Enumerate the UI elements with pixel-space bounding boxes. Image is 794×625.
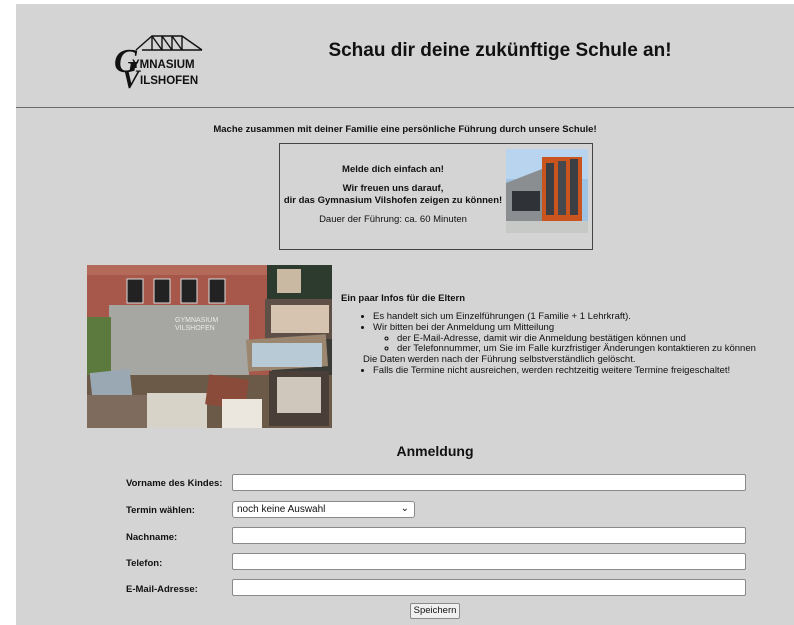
email-input[interactable] xyxy=(232,579,746,596)
header-divider xyxy=(16,107,794,108)
save-button[interactable]: Speichern xyxy=(410,603,460,619)
termin-label: Termin wählen: xyxy=(126,505,195,516)
telefon-label: Telefon: xyxy=(126,558,163,569)
form-title: Anmeldung xyxy=(396,443,474,459)
telefon-input[interactable] xyxy=(232,553,746,570)
box-line-1: Melde dich einfach an! xyxy=(342,164,444,175)
collage-text-1: GYMNASIUM xyxy=(175,317,218,324)
logo-line2: ILSHOFEN xyxy=(140,75,198,87)
email-label: E-Mail-Adresse: xyxy=(126,584,198,595)
parents-info-title: Ein paar Infos für die Eltern xyxy=(341,293,466,304)
signup-info-box: Melde dich einfach an! Wir freuen uns da… xyxy=(279,143,593,250)
parents-info-list: Es handelt sich um Einzelführungen (1 Fa… xyxy=(341,311,791,377)
school-logo: G YMNASIUM V ILSHOFEN xyxy=(114,35,203,92)
list-item: Falls die Termine nicht ausreichen, werd… xyxy=(373,365,791,377)
chevron-down-icon: ⌄ xyxy=(400,503,409,514)
vorname-label: Vorname des Kindes: xyxy=(126,478,223,489)
nachname-input[interactable] xyxy=(232,527,746,544)
logo-line1: YMNASIUM xyxy=(132,59,195,71)
school-building-photo xyxy=(506,149,588,233)
termin-selected-value: noch keine Auswahl xyxy=(237,504,326,515)
list-item: Wir bitten bei der Anmeldung um Mitteilu… xyxy=(363,321,791,366)
vorname-input[interactable] xyxy=(232,474,746,491)
school-photo-collage: GYMNASIUM VILSHOFEN xyxy=(87,265,332,428)
list-item-text: Wir bitten bei der Anmeldung um Mitteilu… xyxy=(373,321,555,333)
page-title: Schau dir deine zukünftige Schule an! xyxy=(328,40,672,61)
box-line-2: Wir freuen uns darauf, xyxy=(342,183,444,194)
collage-text-2: VILSHOFEN xyxy=(175,325,215,332)
svg-text:V: V xyxy=(122,65,142,92)
nachname-label: Nachname: xyxy=(126,532,178,543)
tour-duration: Dauer der Führung: ca. 60 Minuten xyxy=(319,214,467,225)
intro-text: Mache zusammen mit deiner Familie eine p… xyxy=(213,124,597,135)
termin-select[interactable]: noch keine Auswahl ⌄ xyxy=(232,501,415,518)
box-line-3: dir das Gymnasium Vilshofen zeigen zu kö… xyxy=(283,195,503,206)
